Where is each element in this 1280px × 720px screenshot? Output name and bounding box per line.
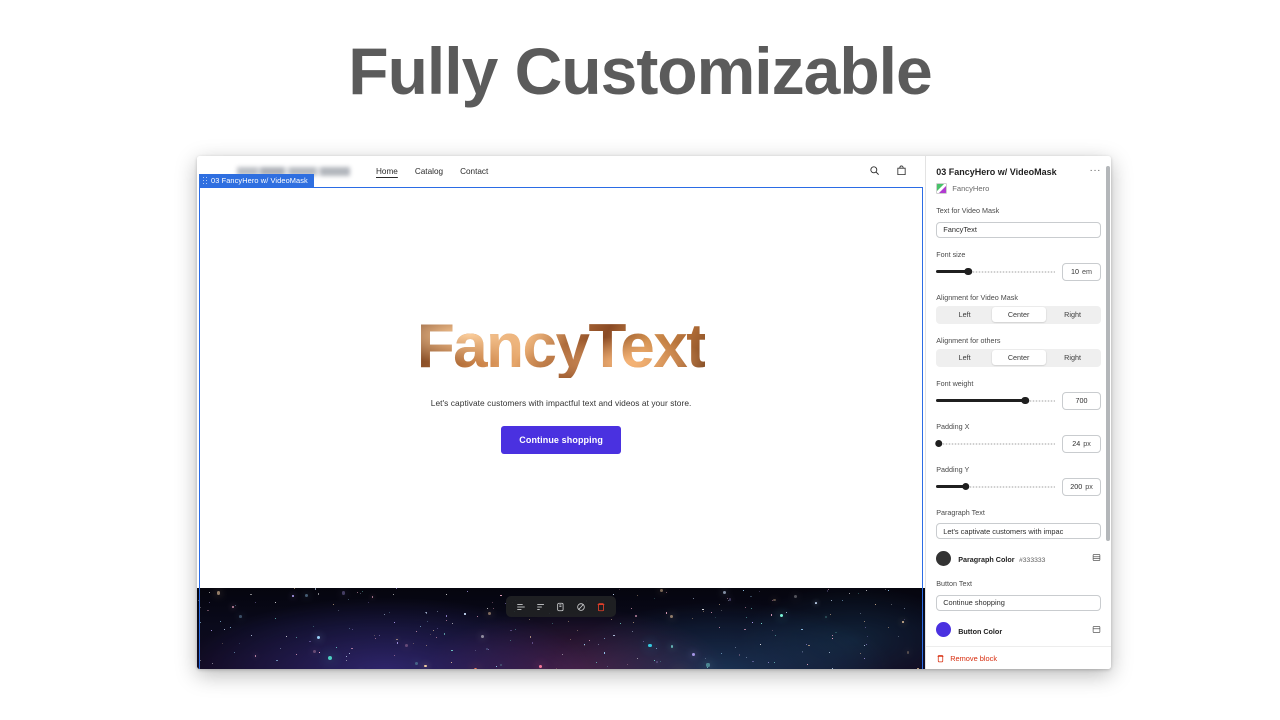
selected-section[interactable]: 03 FancyHero w/ VideoMask FancyText Let'… bbox=[197, 187, 925, 669]
field-button-color[interactable]: Button Color bbox=[936, 621, 1101, 639]
label-font-weight: Font weight bbox=[936, 379, 1101, 388]
storefront-preview: Home Catalog Contact bbox=[197, 156, 925, 669]
label-alignment-video-mask: Alignment for Video Mask bbox=[936, 293, 1101, 302]
nav-link-home[interactable]: Home bbox=[376, 167, 398, 176]
slider-font-size-fill bbox=[936, 270, 968, 272]
field-font-size: Font size 10 em bbox=[936, 250, 1101, 281]
value-paragraph-color: #333333 bbox=[1019, 557, 1045, 564]
slider-padding-y[interactable] bbox=[936, 481, 1055, 493]
duplicate-icon[interactable] bbox=[556, 602, 566, 612]
slider-font-size-thumb[interactable] bbox=[965, 268, 973, 276]
align-vm-center[interactable]: Center bbox=[992, 307, 1046, 322]
nav-actions bbox=[869, 163, 907, 181]
hero-block: FancyText Let's captivate customers with… bbox=[197, 187, 925, 588]
app-name: FancyHero bbox=[952, 184, 989, 193]
slider-font-size[interactable] bbox=[936, 266, 1055, 278]
field-paragraph-text: Paragraph Text bbox=[936, 508, 1101, 540]
continue-shopping-button[interactable]: Continue shopping bbox=[501, 426, 621, 454]
panel-footer: Remove block bbox=[926, 646, 1111, 669]
align-other-center[interactable]: Center bbox=[992, 350, 1046, 365]
more-options-icon[interactable]: ··· bbox=[1090, 167, 1102, 175]
align-other-left[interactable]: Left bbox=[938, 350, 992, 365]
slider-padding-y-thumb[interactable] bbox=[962, 483, 970, 491]
value-font-size[interactable]: 10 em bbox=[1062, 263, 1101, 281]
label-padding-y: Padding Y bbox=[936, 465, 1101, 474]
hide-icon[interactable] bbox=[576, 602, 586, 612]
button-color-swatch[interactable] bbox=[936, 622, 951, 637]
label-paragraph-color: Paragraph Color bbox=[958, 555, 1014, 564]
align-vm-right[interactable]: Right bbox=[1046, 307, 1100, 322]
input-paragraph-text[interactable] bbox=[936, 523, 1101, 539]
page-title: Fully Customizable bbox=[0, 38, 1280, 104]
label-text-for-video-mask: Text for Video Mask bbox=[936, 206, 1101, 215]
hero-paragraph: Let's captivate customers with impactful… bbox=[431, 398, 692, 408]
slider-padding-x[interactable] bbox=[936, 438, 1055, 450]
label-button-color: Button Color bbox=[958, 627, 1002, 636]
segmented-alignment-others: Left Center Right bbox=[936, 349, 1101, 367]
field-alignment-others: Alignment for others Left Center Right bbox=[936, 336, 1101, 367]
section-selection-badge[interactable]: 03 FancyHero w/ VideoMask bbox=[199, 174, 314, 187]
label-alignment-others: Alignment for others bbox=[936, 336, 1101, 345]
panel-scrollbar[interactable] bbox=[1106, 166, 1110, 541]
slider-padding-x-thumb[interactable] bbox=[935, 440, 943, 448]
label-font-size: Font size bbox=[936, 250, 1101, 259]
app-logo-icon bbox=[936, 183, 947, 194]
block-toolbar bbox=[506, 596, 616, 617]
panel-header: 03 FancyHero w/ VideoMask ··· bbox=[936, 167, 1101, 177]
value-padding-y[interactable]: 200 px bbox=[1062, 478, 1101, 496]
field-text-for-video-mask: Text for Video Mask bbox=[936, 206, 1101, 238]
field-padding-y: Padding Y 200 px bbox=[936, 465, 1101, 496]
button-color-picker-icon[interactable] bbox=[1092, 621, 1101, 639]
screenshot-stage: Fully Customizable Home Catalog Contact bbox=[0, 0, 1280, 720]
paragraph-color-swatch[interactable] bbox=[936, 551, 951, 566]
block-settings-panel: 03 FancyHero w/ VideoMask ··· FancyHero … bbox=[925, 156, 1111, 669]
value-font-size-number: 10 bbox=[1071, 267, 1079, 276]
panel-title: 03 FancyHero w/ VideoMask bbox=[936, 167, 1056, 177]
value-padding-x-number: 24 bbox=[1072, 439, 1080, 448]
value-font-size-unit: em bbox=[1082, 267, 1092, 276]
drag-handle-icon[interactable] bbox=[203, 177, 208, 184]
value-padding-y-number: 200 bbox=[1070, 482, 1082, 491]
value-padding-x[interactable]: 24 px bbox=[1062, 435, 1101, 453]
delete-icon[interactable] bbox=[596, 602, 606, 612]
hero-masked-title: FancyText bbox=[417, 316, 706, 378]
field-padding-x: Padding X 24 px bbox=[936, 422, 1101, 453]
app-attribution: FancyHero bbox=[936, 183, 1101, 194]
nav-link-contact[interactable]: Contact bbox=[460, 167, 488, 176]
search-icon[interactable] bbox=[869, 163, 880, 181]
segmented-alignment-video-mask: Left Center Right bbox=[936, 306, 1101, 324]
cart-icon[interactable] bbox=[896, 163, 907, 181]
field-font-weight: Font weight 700 bbox=[936, 379, 1101, 410]
value-font-weight-number: 700 bbox=[1076, 396, 1088, 405]
field-paragraph-color[interactable]: Paragraph Color #333333 bbox=[936, 549, 1101, 567]
slider-font-weight-thumb[interactable] bbox=[1022, 397, 1030, 405]
label-button-text: Button Text bbox=[936, 579, 1101, 588]
arrange-icon[interactable] bbox=[536, 602, 546, 612]
section-selection-label: 03 FancyHero w/ VideoMask bbox=[211, 174, 308, 187]
nav-links: Home Catalog Contact bbox=[376, 167, 488, 176]
field-alignment-video-mask: Alignment for Video Mask Left Center Rig… bbox=[936, 293, 1101, 324]
nav-link-catalog[interactable]: Catalog bbox=[415, 167, 443, 176]
paragraph-color-picker-icon[interactable] bbox=[1092, 549, 1101, 567]
input-text-for-video-mask[interactable] bbox=[936, 222, 1101, 238]
input-button-text[interactable] bbox=[936, 595, 1101, 611]
panel-scroll-area: 03 FancyHero w/ VideoMask ··· FancyHero … bbox=[926, 156, 1111, 646]
label-padding-x: Padding X bbox=[936, 422, 1101, 431]
field-button-text: Button Text bbox=[936, 579, 1101, 611]
remove-block-button[interactable]: Remove block bbox=[950, 654, 997, 663]
align-vm-left[interactable]: Left bbox=[938, 307, 992, 322]
value-font-weight[interactable]: 700 bbox=[1062, 392, 1101, 410]
theme-editor-window: Home Catalog Contact bbox=[197, 156, 1111, 669]
label-paragraph-text: Paragraph Text bbox=[936, 508, 1101, 517]
trash-icon[interactable] bbox=[936, 654, 945, 663]
hero-video-background bbox=[197, 588, 925, 669]
value-padding-y-unit: px bbox=[1085, 482, 1093, 491]
align-other-right[interactable]: Right bbox=[1046, 350, 1100, 365]
value-padding-x-unit: px bbox=[1083, 439, 1091, 448]
align-left-icon[interactable] bbox=[516, 602, 526, 612]
slider-font-weight[interactable] bbox=[936, 395, 1055, 407]
